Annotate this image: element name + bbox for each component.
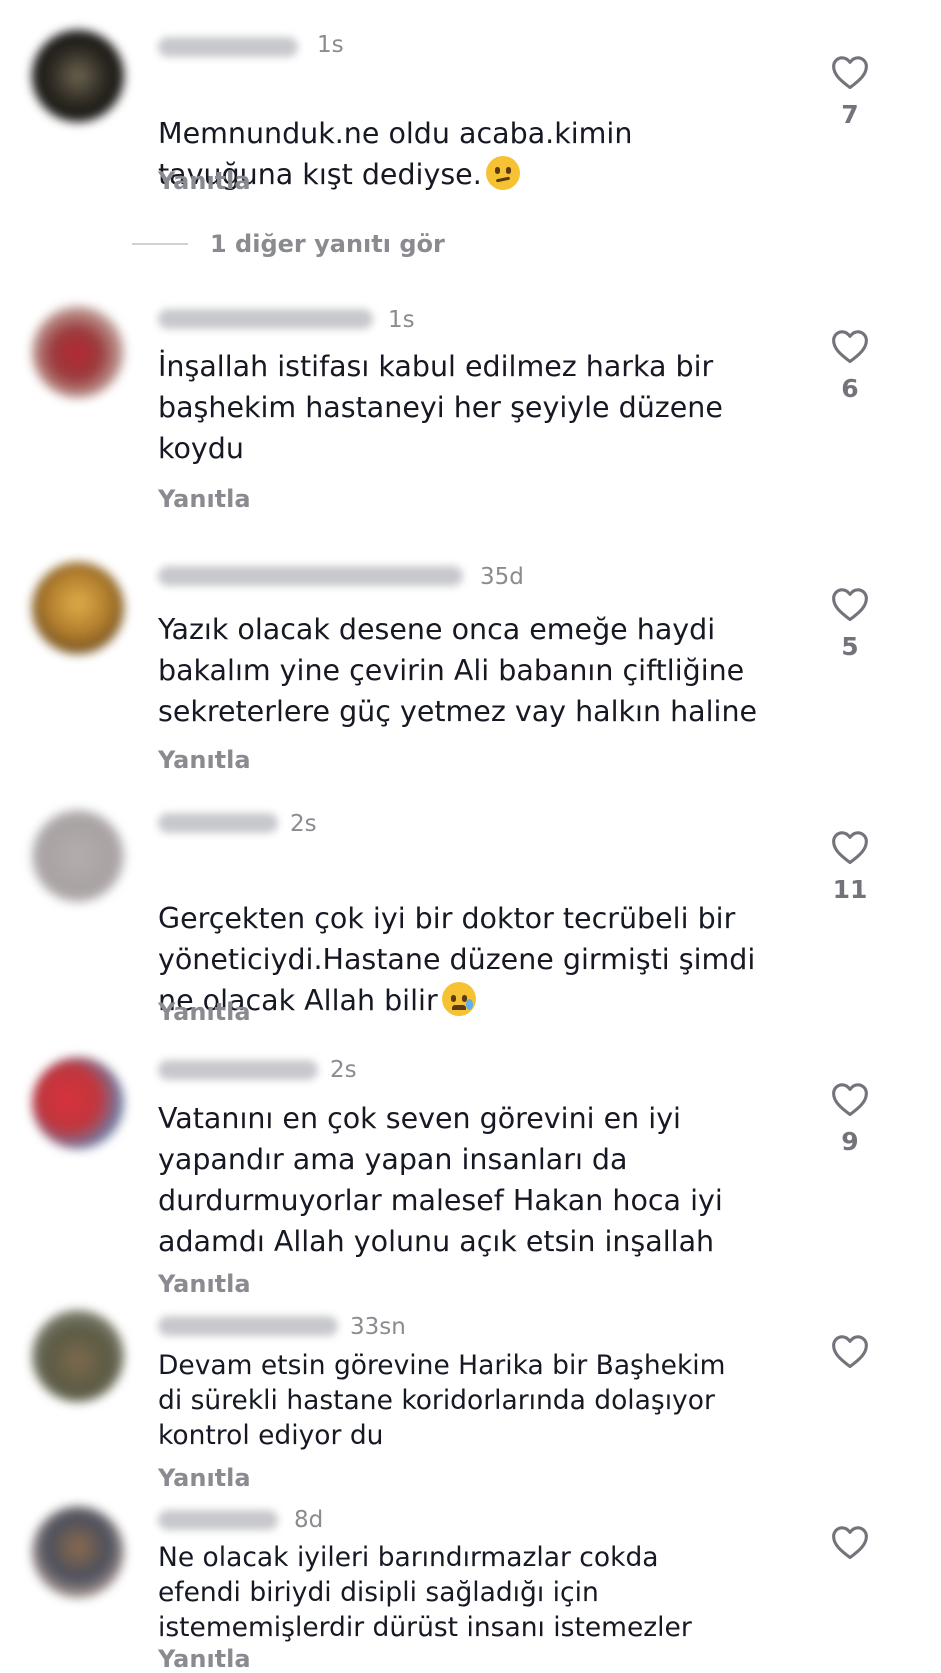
comment-time: 35d [480, 564, 524, 590]
divider [132, 243, 188, 245]
like-button[interactable]: 5 [820, 586, 880, 661]
avatar[interactable] [32, 30, 124, 122]
comment-time: 1s [317, 32, 344, 58]
like-count: 9 [841, 1127, 859, 1156]
username-blurred[interactable] [158, 37, 298, 57]
like-button[interactable]: 6 [820, 328, 880, 403]
comment-time: 33sn [350, 1314, 406, 1340]
like-count: 7 [841, 100, 859, 129]
heart-icon [832, 588, 868, 622]
comment-text: Ne olacak iyileri barındırmazlar cokda e… [158, 1542, 692, 1643]
like-button[interactable]: 11 [820, 829, 880, 904]
like-count: 11 [832, 875, 868, 904]
view-more-replies-label: 1 diğer yanıtı gör [210, 230, 445, 258]
like-button[interactable] [820, 1524, 880, 1570]
comment-time: 8d [294, 1507, 324, 1533]
heart-icon [832, 831, 868, 865]
reply-button[interactable]: Yanıtla [158, 1645, 251, 1673]
comment-text: Vatanını en çok seven görevini en iyi ya… [158, 1102, 723, 1258]
heart-icon [832, 1526, 868, 1560]
username-blurred[interactable] [158, 813, 278, 833]
reply-button[interactable]: Yanıtla [158, 746, 251, 774]
reply-button[interactable]: Yanıtla [158, 998, 251, 1026]
avatar[interactable] [32, 306, 124, 398]
reply-button[interactable]: Yanıtla [158, 1270, 251, 1298]
heart-icon [832, 56, 868, 90]
reply-button[interactable]: Yanıtla [158, 1464, 251, 1492]
reply-button[interactable]: Yanıtla [158, 167, 251, 195]
like-button[interactable] [820, 1333, 880, 1379]
username-blurred[interactable] [158, 566, 463, 586]
heart-icon [832, 1335, 868, 1369]
heart-icon [832, 1083, 868, 1117]
like-count: 5 [841, 632, 859, 661]
comment-text: İnşallah istifası kabul edilmez harka bi… [158, 350, 723, 465]
comment-text: Devam etsin görevine Harika bir Başhekim… [158, 1350, 726, 1451]
comment-text: Gerçekten çok iyi bir doktor tecrübeli b… [158, 902, 756, 1017]
username-blurred[interactable] [158, 1510, 278, 1530]
avatar[interactable] [32, 1057, 124, 1149]
username-blurred[interactable] [158, 1316, 338, 1336]
heart-icon [832, 330, 868, 364]
comment-time: 1s [388, 307, 415, 333]
comment-time: 2s [330, 1057, 357, 1083]
avatar[interactable] [32, 810, 124, 902]
comment-text: Yazık olacak desene onca emeğe haydi bak… [158, 613, 758, 728]
username-blurred[interactable] [158, 1060, 318, 1080]
thinking-face-emoji [485, 156, 520, 190]
comment-time: 2s [290, 811, 317, 837]
view-more-replies[interactable]: 1 diğer yanıtı gör [132, 228, 445, 260]
crying-face-emoji [441, 982, 476, 1016]
avatar[interactable] [32, 1506, 124, 1598]
like-button[interactable]: 9 [820, 1081, 880, 1156]
avatar[interactable] [32, 1310, 124, 1402]
avatar[interactable] [32, 562, 124, 654]
username-blurred[interactable] [158, 309, 373, 329]
like-button[interactable]: 7 [820, 54, 880, 129]
reply-button[interactable]: Yanıtla [158, 485, 251, 513]
like-count: 6 [841, 374, 859, 403]
